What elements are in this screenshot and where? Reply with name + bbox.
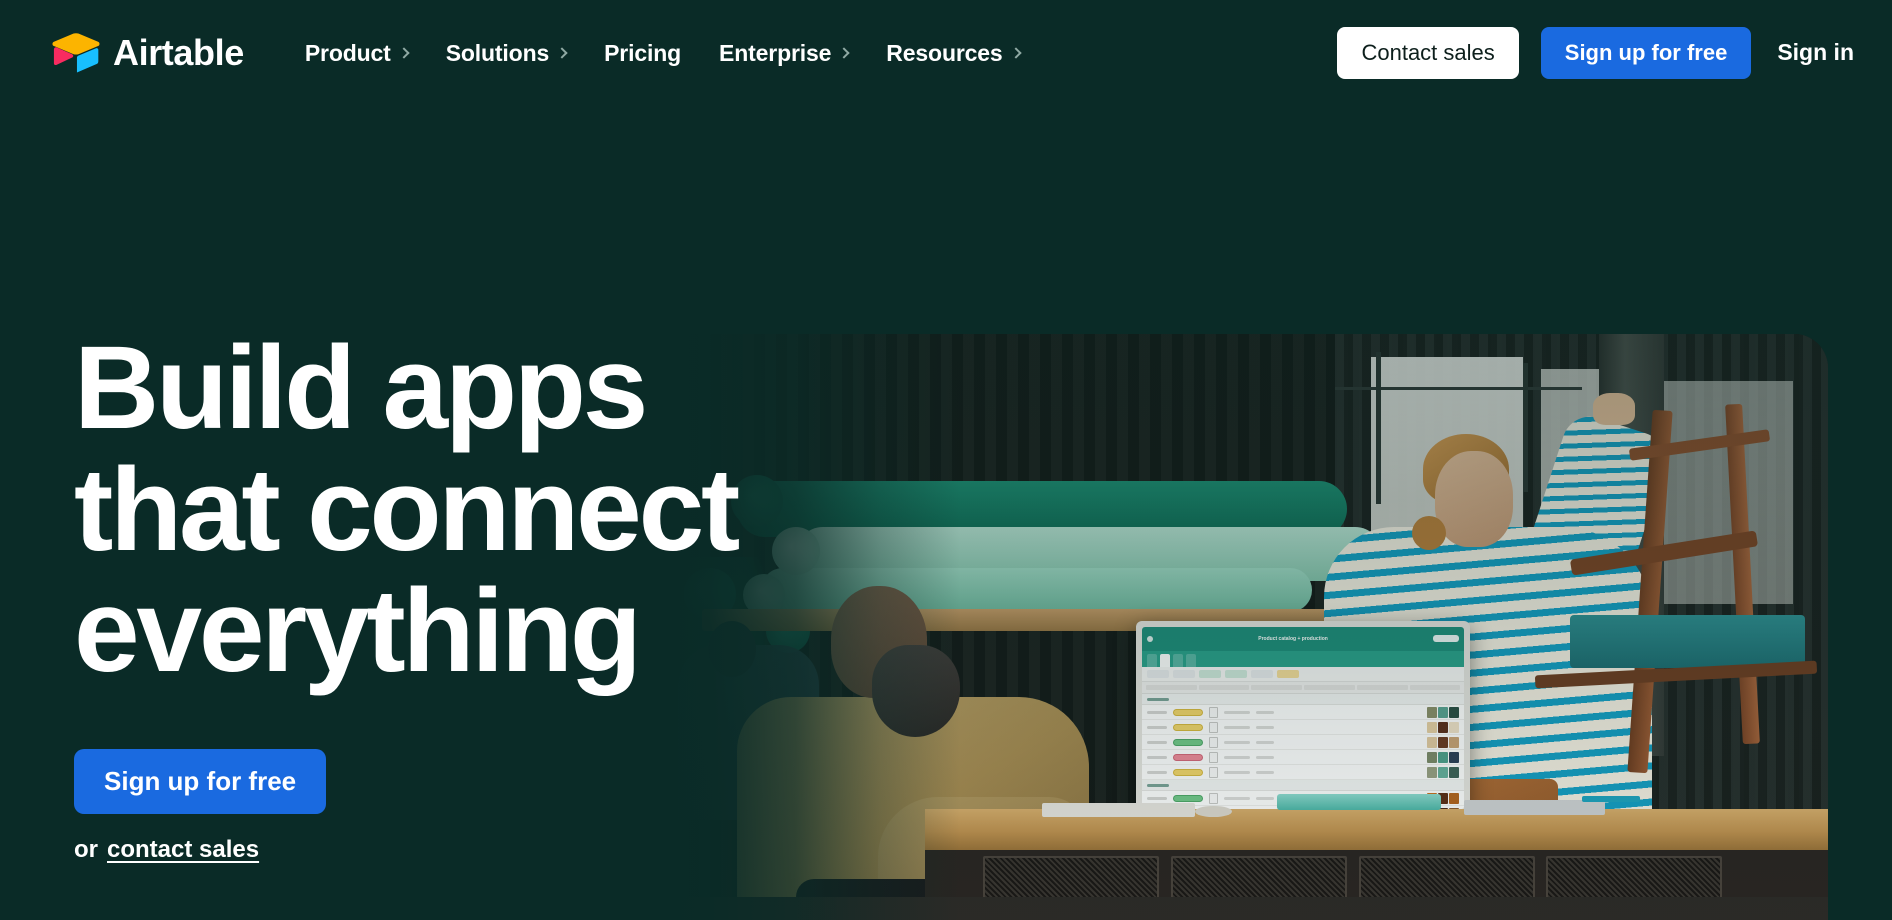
hero-title-line-2: that connect (74, 443, 740, 576)
column-header (1251, 684, 1303, 691)
table-row (1141, 750, 1465, 766)
status-badge (1172, 768, 1203, 776)
chevron-right-icon (398, 47, 410, 59)
toolbar-chip (1250, 669, 1273, 678)
hero-cta-secondary: or contact sales (74, 836, 914, 864)
nav-item-product-label: Product (304, 39, 391, 66)
site-header: Airtable Product Solutions Pricing Enter… (0, 0, 1892, 106)
status-badge (1172, 738, 1203, 746)
metal-beam (1376, 351, 1382, 504)
app-table-tabs (1141, 650, 1465, 668)
nav-item-pricing[interactable]: Pricing (585, 30, 700, 77)
keyboard (1042, 802, 1195, 817)
attachment-icon (1208, 706, 1218, 718)
column-header (1145, 684, 1197, 691)
app-tab-products (1146, 654, 1157, 668)
nav-item-enterprise-label: Enterprise (719, 39, 832, 66)
nav-item-pricing-label: Pricing (604, 39, 682, 66)
attachment-icon (1208, 751, 1218, 763)
signup-button[interactable]: Sign up for free (1540, 27, 1752, 79)
page-title: Build apps that connect everything (74, 322, 914, 698)
nav-item-solutions[interactable]: Solutions (427, 30, 585, 77)
app-view-toolbar (1141, 667, 1465, 682)
metal-beam (1523, 363, 1529, 493)
woman-hair-bun (1411, 515, 1446, 550)
airtable-logo-icon (52, 32, 100, 74)
hero-title-line-3: everything (74, 565, 642, 698)
app-grid-body (1141, 694, 1465, 809)
floor (655, 896, 1828, 920)
airtable-logo-link[interactable]: Airtable (52, 32, 244, 74)
teal-chair-cushion (1569, 615, 1805, 668)
teal-laptop (1276, 794, 1441, 811)
column-header (1356, 684, 1408, 691)
hero-copy: Build apps that connect everything Sign … (74, 322, 914, 865)
metal-beam (1335, 386, 1582, 390)
toolbar-chip (1172, 669, 1195, 678)
hero-contact-sales-link[interactable]: contact sales (107, 836, 259, 864)
nav-item-product[interactable]: Product (286, 30, 427, 77)
woman-hand (1593, 392, 1636, 425)
chevron-right-icon (556, 47, 568, 59)
status-badge (1172, 723, 1203, 731)
toolbar-chip (1224, 669, 1247, 678)
hero-signup-button[interactable]: Sign up for free (74, 748, 327, 815)
hero-cta-group: Sign up for free or contact sales (74, 748, 914, 865)
app-tab-materials (1172, 654, 1183, 668)
chevron-right-icon (1009, 47, 1022, 59)
group-header (1141, 694, 1465, 706)
toolbar-chip (1146, 669, 1169, 678)
table-row (1141, 765, 1465, 781)
color-swatches (1427, 706, 1460, 718)
nav-item-resources-label: Resources (886, 39, 1003, 66)
app-tab-components (1159, 654, 1170, 668)
app-logo-icon (1146, 635, 1153, 642)
attachment-icon (1208, 736, 1218, 748)
table-row (1141, 705, 1465, 721)
airtable-app-screen: Product catalog + production (1141, 627, 1465, 809)
attachment-icon (1208, 792, 1218, 804)
page-root: Airtable Product Solutions Pricing Enter… (0, 0, 1892, 920)
column-header (1304, 684, 1355, 691)
app-share-button (1433, 635, 1460, 643)
primary-navigation: Product Solutions Pricing Enterprise Res… (286, 30, 1039, 77)
attachment-icon (1208, 766, 1218, 778)
color-swatches (1427, 736, 1460, 748)
color-swatches (1427, 721, 1460, 733)
nav-item-enterprise[interactable]: Enterprise (700, 30, 867, 77)
brand-name: Airtable (113, 32, 244, 73)
hero-title-line-1: Build apps (74, 322, 648, 454)
color-swatches (1427, 766, 1460, 778)
column-header (1409, 684, 1461, 691)
contact-sales-button[interactable]: Contact sales (1337, 27, 1519, 79)
app-column-headers (1141, 681, 1465, 695)
app-tab-manufacturing (1185, 654, 1196, 668)
table-row (1141, 735, 1465, 751)
header-actions: Contact sales Sign up for free Sign in (1337, 27, 1858, 79)
status-badge (1172, 708, 1203, 716)
status-badge (1172, 753, 1203, 761)
attachment-icon (1208, 721, 1218, 733)
signin-button[interactable]: Sign in (1773, 31, 1858, 74)
nav-item-resources[interactable]: Resources (867, 30, 1038, 77)
pen (1581, 795, 1641, 802)
hero-cta-prefix: or (74, 836, 98, 864)
table-row (1141, 720, 1465, 736)
toolbar-chip (1276, 669, 1299, 678)
app-topbar: Product catalog + production (1141, 627, 1465, 651)
chevron-right-icon (838, 47, 850, 59)
color-swatches (1427, 751, 1460, 763)
notebook (1464, 799, 1606, 816)
column-header (1198, 684, 1250, 691)
hero-section: Product catalog + production Build apps … (0, 106, 1892, 920)
toolbar-chip (1198, 669, 1221, 678)
status-badge (1172, 794, 1203, 802)
desktop-monitor: Product catalog + production (1135, 621, 1471, 815)
app-base-title: Product catalog + production (1258, 635, 1328, 642)
group-header (1141, 780, 1465, 792)
woman-head (1435, 451, 1514, 548)
nav-item-solutions-label: Solutions (445, 39, 550, 66)
